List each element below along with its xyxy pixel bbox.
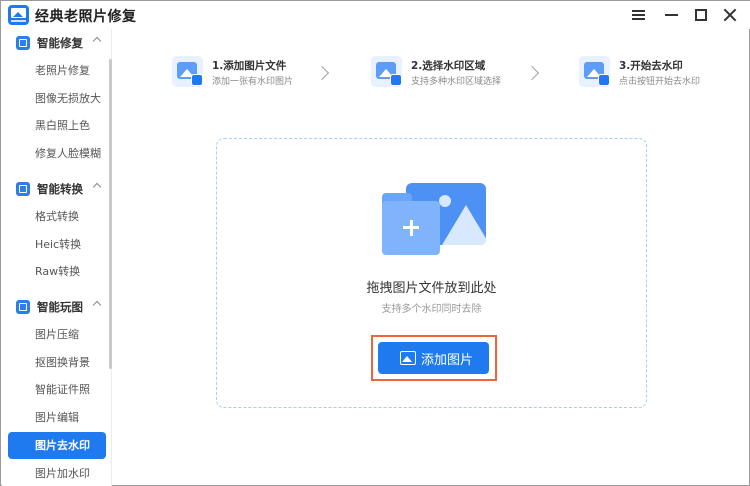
chevron-right-icon (314, 65, 330, 81)
sidebar-item-compress[interactable]: 图片压缩 (8, 321, 106, 348)
step-title: 2.选择水印区域 (411, 60, 486, 72)
sidebar-item-raw-convert[interactable]: Raw转换 (8, 258, 106, 285)
maximize-icon[interactable] (691, 5, 711, 25)
minimize-icon[interactable] (661, 5, 681, 25)
select-area-icon (371, 56, 402, 87)
sidebar-item-id-photo[interactable]: 智能证件照 (8, 376, 106, 403)
menu-icon[interactable] (628, 5, 648, 25)
sidebar-item-label: 图片编辑 (35, 411, 79, 424)
sidebar-item-label: 图片去水印 (35, 439, 90, 452)
sidebar-item-label: 格式转换 (35, 210, 79, 223)
app-window: 经典老照片修复 智能修复 老照片修复 图像无损放大 黑白照上色 修复人脸模糊 智… (0, 0, 750, 486)
sidebar-item-format-convert[interactable]: 格式转换 (8, 203, 106, 230)
remove-watermark-icon (579, 56, 610, 87)
sidebar-item-label: 黑白照上色 (35, 119, 90, 132)
image-play-icon (16, 300, 30, 314)
sidebar-item-image-edit[interactable]: 图片编辑 (8, 404, 106, 431)
sidebar-item-remove-watermark[interactable]: 图片去水印 (8, 432, 106, 459)
sidebar-item-heic-convert[interactable]: Heic转换 (8, 231, 106, 258)
drop-zone-subtitle: 支持多个水印同时去除 (381, 304, 482, 315)
step-title: 3.开始去水印 (619, 60, 683, 72)
sidebar-group-label: 智能转换 (37, 182, 83, 196)
sidebar-group-smart-play[interactable]: 智能玩图 (2, 293, 110, 321)
sidebar-item-label: Heic转换 (35, 238, 82, 251)
chevron-up-icon (92, 182, 102, 192)
sidebar-group-label: 智能玩图 (37, 300, 83, 314)
sidebar-item-cutout-background[interactable]: 抠图换背景 (8, 349, 106, 376)
image-folder-icon (382, 183, 488, 255)
sidebar-item-label: 智能证件照 (35, 383, 90, 396)
step-description: 添加一张有水印图片 (212, 77, 294, 87)
step-description: 支持多种水印区域选择 (411, 77, 502, 87)
drop-zone-title: 拖拽图片文件放到此处 (366, 281, 497, 296)
sidebar-group-smart-convert[interactable]: 智能转换 (2, 175, 110, 203)
sidebar-item-label: Raw转换 (35, 265, 81, 278)
sidebar-item-label: 修复人脸模糊 (35, 147, 101, 160)
add-image-button[interactable]: 添加图片 (378, 342, 489, 374)
step-description: 点击按钮开始去水印 (619, 77, 701, 87)
repair-icon (16, 36, 30, 50)
chevron-up-icon (92, 36, 102, 46)
add-image-icon (400, 351, 416, 365)
sidebar-group-label: 智能修复 (37, 36, 83, 50)
sidebar-item-face-deblur[interactable]: 修复人脸模糊 (8, 140, 106, 167)
sidebar-item-label: 图像无损放大 (35, 92, 101, 105)
sidebar-item-old-photo-repair[interactable]: 老照片修复 (8, 57, 106, 84)
sidebar-item-label: 图片加水印 (35, 467, 90, 480)
convert-icon (16, 182, 30, 196)
title-bar: 经典老照片修复 (1, 1, 750, 29)
file-drop-zone[interactable]: 拖拽图片文件放到此处 支持多个水印同时去除 添加图片 (216, 138, 647, 408)
add-image-button-label: 添加图片 (421, 353, 474, 368)
chevron-up-icon (92, 300, 102, 310)
sidebar-item-label: 图片压缩 (35, 328, 79, 341)
chevron-right-icon (524, 65, 540, 81)
sidebar-scrollbar[interactable] (109, 59, 112, 369)
app-title: 经典老照片修复 (35, 9, 137, 25)
close-icon[interactable] (720, 5, 740, 25)
sidebar-item-label: 老照片修复 (35, 64, 90, 77)
sidebar-item-lossless-upscale[interactable]: 图像无损放大 (8, 85, 106, 112)
sidebar-group-smart-repair[interactable]: 智能修复 (2, 29, 110, 57)
sidebar-item-label: 抠图换背景 (35, 356, 90, 369)
sidebar-item-colorize[interactable]: 黑白照上色 (8, 112, 106, 139)
app-logo-icon (8, 5, 29, 25)
sidebar: 智能修复 老照片修复 图像无损放大 黑白照上色 修复人脸模糊 智能转换 格式转换… (2, 29, 112, 486)
add-image-icon (172, 56, 203, 87)
sidebar-item-add-watermark[interactable]: 图片加水印 (8, 460, 106, 486)
step-title: 1.添加图片文件 (212, 60, 287, 72)
